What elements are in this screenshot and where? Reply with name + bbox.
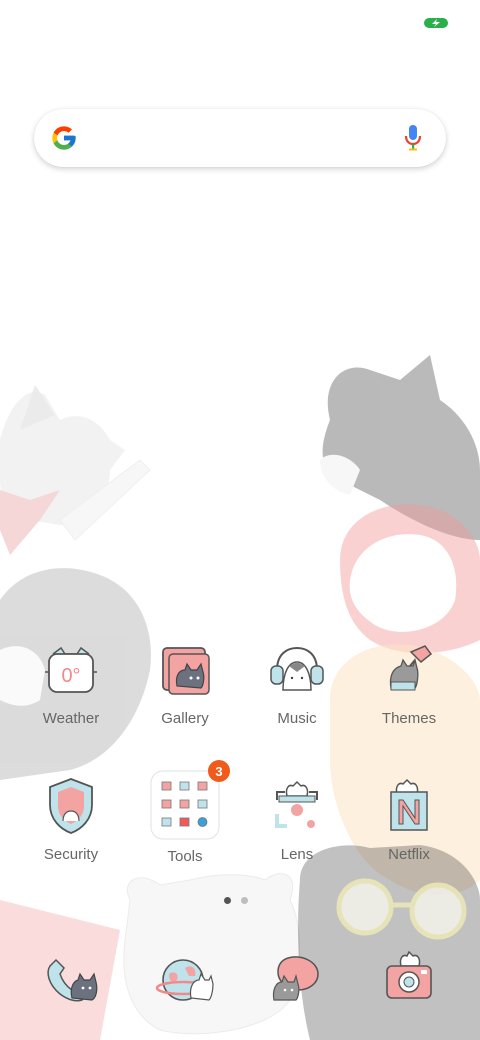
app-gallery[interactable]: Gallery bbox=[125, 638, 245, 727]
app-label: Gallery bbox=[161, 710, 209, 727]
app-lens[interactable]: Lens bbox=[237, 774, 357, 863]
music-cat-icon bbox=[265, 638, 329, 702]
netflix-cat-icon bbox=[377, 774, 441, 838]
themes-cat-icon bbox=[377, 638, 441, 702]
dock-phone[interactable] bbox=[11, 946, 131, 1010]
lens-cat-icon bbox=[265, 774, 329, 838]
app-label: Lens bbox=[280, 846, 314, 863]
dock-camera[interactable] bbox=[349, 946, 469, 1010]
phone-cat-icon bbox=[39, 946, 103, 1010]
app-label: Security bbox=[43, 846, 99, 863]
tools-folder-icon: 3 bbox=[150, 760, 230, 840]
camera-cat-icon bbox=[377, 946, 441, 1010]
app-security[interactable]: Security bbox=[11, 774, 131, 863]
app-label: Themes bbox=[381, 710, 437, 727]
page-dot-1[interactable] bbox=[224, 897, 231, 904]
app-netflix[interactable]: Netflix bbox=[349, 774, 469, 863]
dock-browser[interactable] bbox=[125, 946, 245, 1010]
security-shield-icon bbox=[39, 774, 103, 838]
weather-cat-icon: 0° bbox=[39, 638, 103, 702]
app-music[interactable]: Music bbox=[237, 638, 357, 727]
page-indicator[interactable] bbox=[224, 897, 248, 904]
app-label: Weather bbox=[42, 710, 100, 727]
messages-cat-icon bbox=[265, 946, 329, 1010]
app-themes[interactable]: Themes bbox=[349, 638, 469, 727]
browser-globe-cat-icon bbox=[153, 946, 217, 1010]
app-label: Tools bbox=[167, 848, 203, 865]
gallery-cat-icon bbox=[153, 638, 217, 702]
page-dot-2[interactable] bbox=[241, 897, 248, 904]
svg-text:0°: 0° bbox=[61, 665, 80, 687]
app-tools-folder[interactable]: 3 Tools bbox=[125, 760, 245, 865]
dock-messages[interactable] bbox=[237, 946, 357, 1010]
app-label: Netflix bbox=[388, 846, 430, 863]
app-label: Music bbox=[277, 710, 317, 727]
app-weather[interactable]: 0° Weather bbox=[11, 638, 131, 727]
notification-badge: 3 bbox=[208, 760, 230, 782]
